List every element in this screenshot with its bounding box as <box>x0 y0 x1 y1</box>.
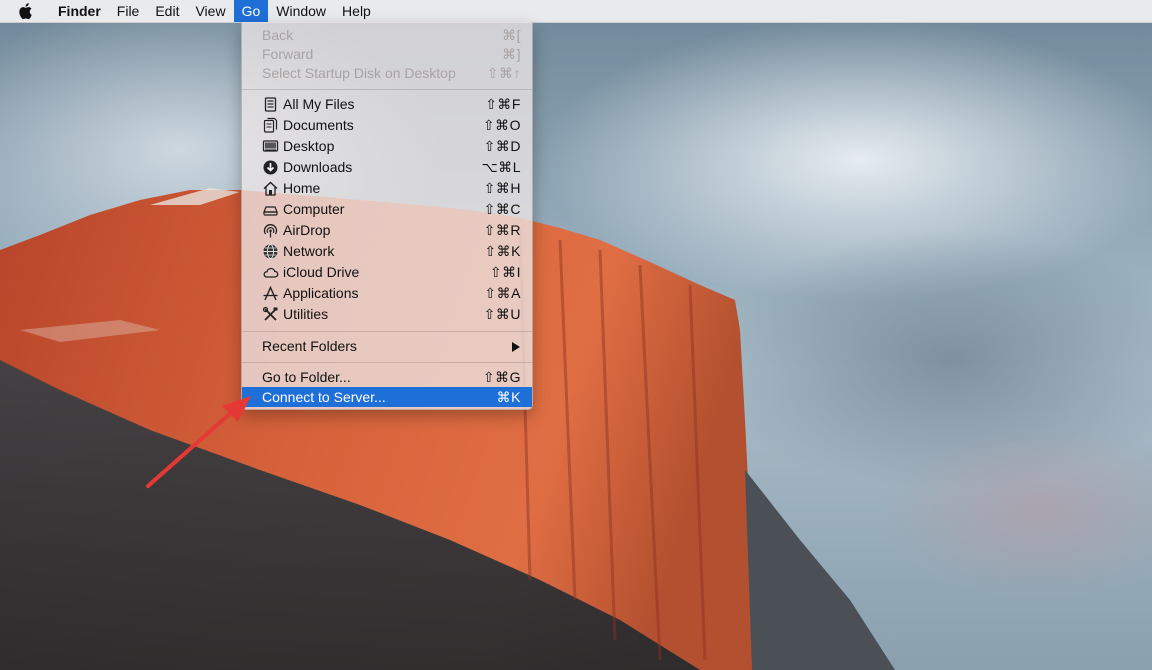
annotation-arrow <box>146 396 251 488</box>
